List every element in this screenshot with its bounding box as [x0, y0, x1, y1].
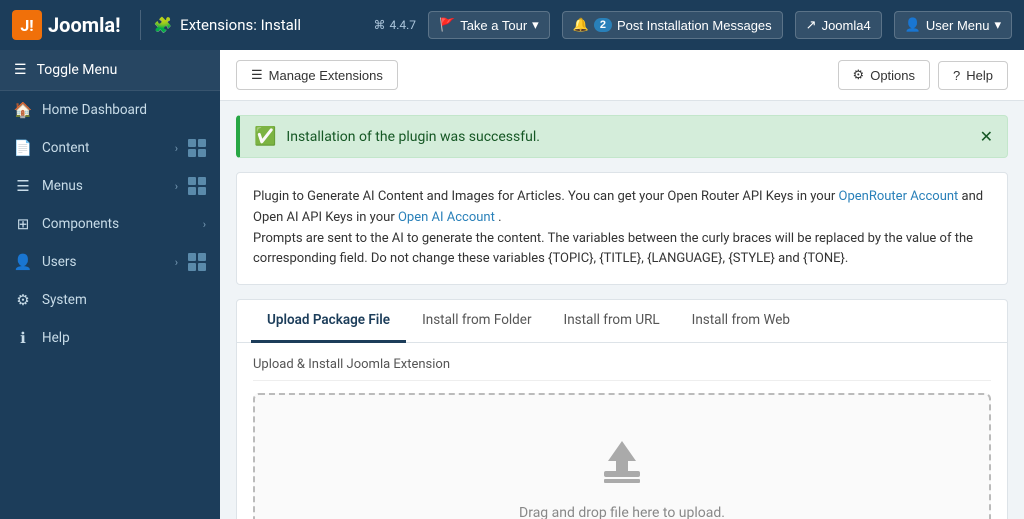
notifications-button[interactable]: 🔔 2 Post Installation Messages [562, 11, 783, 39]
navbar-divider [140, 10, 141, 40]
sidebar-item-menus[interactable]: ☰ Menus › [0, 167, 220, 205]
info-text-4: Prompts are sent to the AI to generate t… [253, 231, 973, 267]
check-circle-icon: ✅ [254, 126, 276, 147]
help-button[interactable]: ? Help [938, 61, 1008, 90]
sidebar-item-components[interactable]: ⊞ Components › [0, 205, 220, 243]
upload-panel: Upload & Install Joomla Extension Drag a… [237, 343, 1007, 519]
upload-panel-title: Upload & Install Joomla Extension [253, 357, 991, 381]
version-display: ⌘ 4.4.7 [373, 18, 416, 32]
sidebar-item-help[interactable]: ℹ Help [0, 319, 220, 357]
home-icon: 🏠 [14, 101, 32, 119]
chevron-right-icon-users: › [175, 256, 178, 269]
question-icon: ? [953, 68, 960, 83]
chevron-down-icon: ▾ [532, 17, 539, 33]
install-tabs: Upload Package File Install from Folder … [236, 299, 1008, 519]
brand-logo: J! Joomla! [12, 10, 120, 40]
dropzone[interactable]: Drag and drop file here to upload. [253, 393, 991, 519]
success-alert: ✅ Installation of the plugin was success… [236, 115, 1008, 158]
main-content: ☰ Manage Extensions ⚙ Options ? Help ✅ I… [220, 50, 1024, 519]
manage-extensions-button[interactable]: ☰ Manage Extensions [236, 60, 398, 90]
help-icon: ℹ [14, 329, 32, 347]
page-icon: 🧩 [153, 16, 172, 34]
info-text-3: . [498, 210, 501, 225]
hamburger-icon: ☰ [14, 62, 27, 78]
sidebar-item-system[interactable]: ⚙ System [0, 281, 220, 319]
options-button[interactable]: ⚙ Options [838, 60, 930, 90]
info-text-1: Plugin to Generate AI Content and Images… [253, 189, 839, 204]
user-menu-button[interactable]: 👤 User Menu ▾ [894, 11, 1012, 39]
sidebar: ☰ Toggle Menu 🏠 Home Dashboard 📄 Content… [0, 50, 220, 519]
grid-icon-users [188, 253, 206, 271]
chevron-right-icon-menus: › [175, 180, 178, 193]
users-icon: 👤 [14, 253, 32, 271]
upload-icon [596, 435, 648, 491]
sidebar-item-users[interactable]: 👤 Users › [0, 243, 220, 281]
tab-install-web[interactable]: Install from Web [676, 300, 806, 343]
info-box: Plugin to Generate AI Content and Images… [236, 172, 1008, 285]
alert-message: Installation of the plugin was successfu… [286, 129, 540, 145]
chevron-right-icon: › [175, 142, 178, 155]
main-body: ✅ Installation of the plugin was success… [220, 101, 1024, 519]
user-icon: 👤 [905, 17, 921, 33]
gear-icon: ⚙ [853, 67, 865, 83]
system-icon: ⚙ [14, 291, 32, 309]
sidebar-item-content[interactable]: 📄 Content › [0, 129, 220, 167]
components-icon: ⊞ [14, 215, 32, 233]
chevron-down-icon-user: ▾ [994, 17, 1001, 33]
tab-upload-package[interactable]: Upload Package File [251, 300, 406, 343]
bell-icon: 🔔 [573, 17, 589, 33]
content-icon: 📄 [14, 139, 32, 157]
close-alert-button[interactable]: ✕ [980, 127, 993, 146]
tab-install-folder[interactable]: Install from Folder [406, 300, 547, 343]
app-body: ☰ Toggle Menu 🏠 Home Dashboard 📄 Content… [0, 50, 1024, 519]
brand-name: Joomla! [48, 13, 120, 37]
tour-icon: 🚩 [439, 17, 455, 33]
openrouter-link[interactable]: OpenRouter Account [839, 189, 959, 204]
page-title: 🧩 Extensions: Install [153, 16, 301, 34]
joomla4-button[interactable]: ↗ Joomla4 [795, 11, 882, 39]
take-tour-button[interactable]: 🚩 Take a Tour ▾ [428, 11, 550, 39]
grid-icon [188, 139, 206, 157]
tabs-nav: Upload Package File Install from Folder … [237, 300, 1007, 343]
chevron-right-icon-components: › [203, 218, 206, 231]
joomla-icon: J! [12, 10, 42, 40]
menus-icon: ☰ [14, 177, 32, 195]
list-icon: ☰ [251, 67, 263, 83]
tab-install-url[interactable]: Install from URL [548, 300, 676, 343]
toggle-menu-button[interactable]: ☰ Toggle Menu [0, 50, 220, 91]
keyboard-icon: ⌘ [373, 18, 385, 32]
notification-badge: 2 [594, 18, 612, 32]
grid-icon-menus [188, 177, 206, 195]
main-toolbar: ☰ Manage Extensions ⚙ Options ? Help [220, 50, 1024, 101]
external-link-icon: ↗ [806, 17, 817, 33]
dropzone-text: Drag and drop file here to upload. [519, 505, 725, 519]
navbar: J! Joomla! 🧩 Extensions: Install ⌘ 4.4.7… [0, 0, 1024, 50]
openai-link[interactable]: Open AI Account [398, 210, 495, 225]
sidebar-item-home-dashboard[interactable]: 🏠 Home Dashboard [0, 91, 220, 129]
